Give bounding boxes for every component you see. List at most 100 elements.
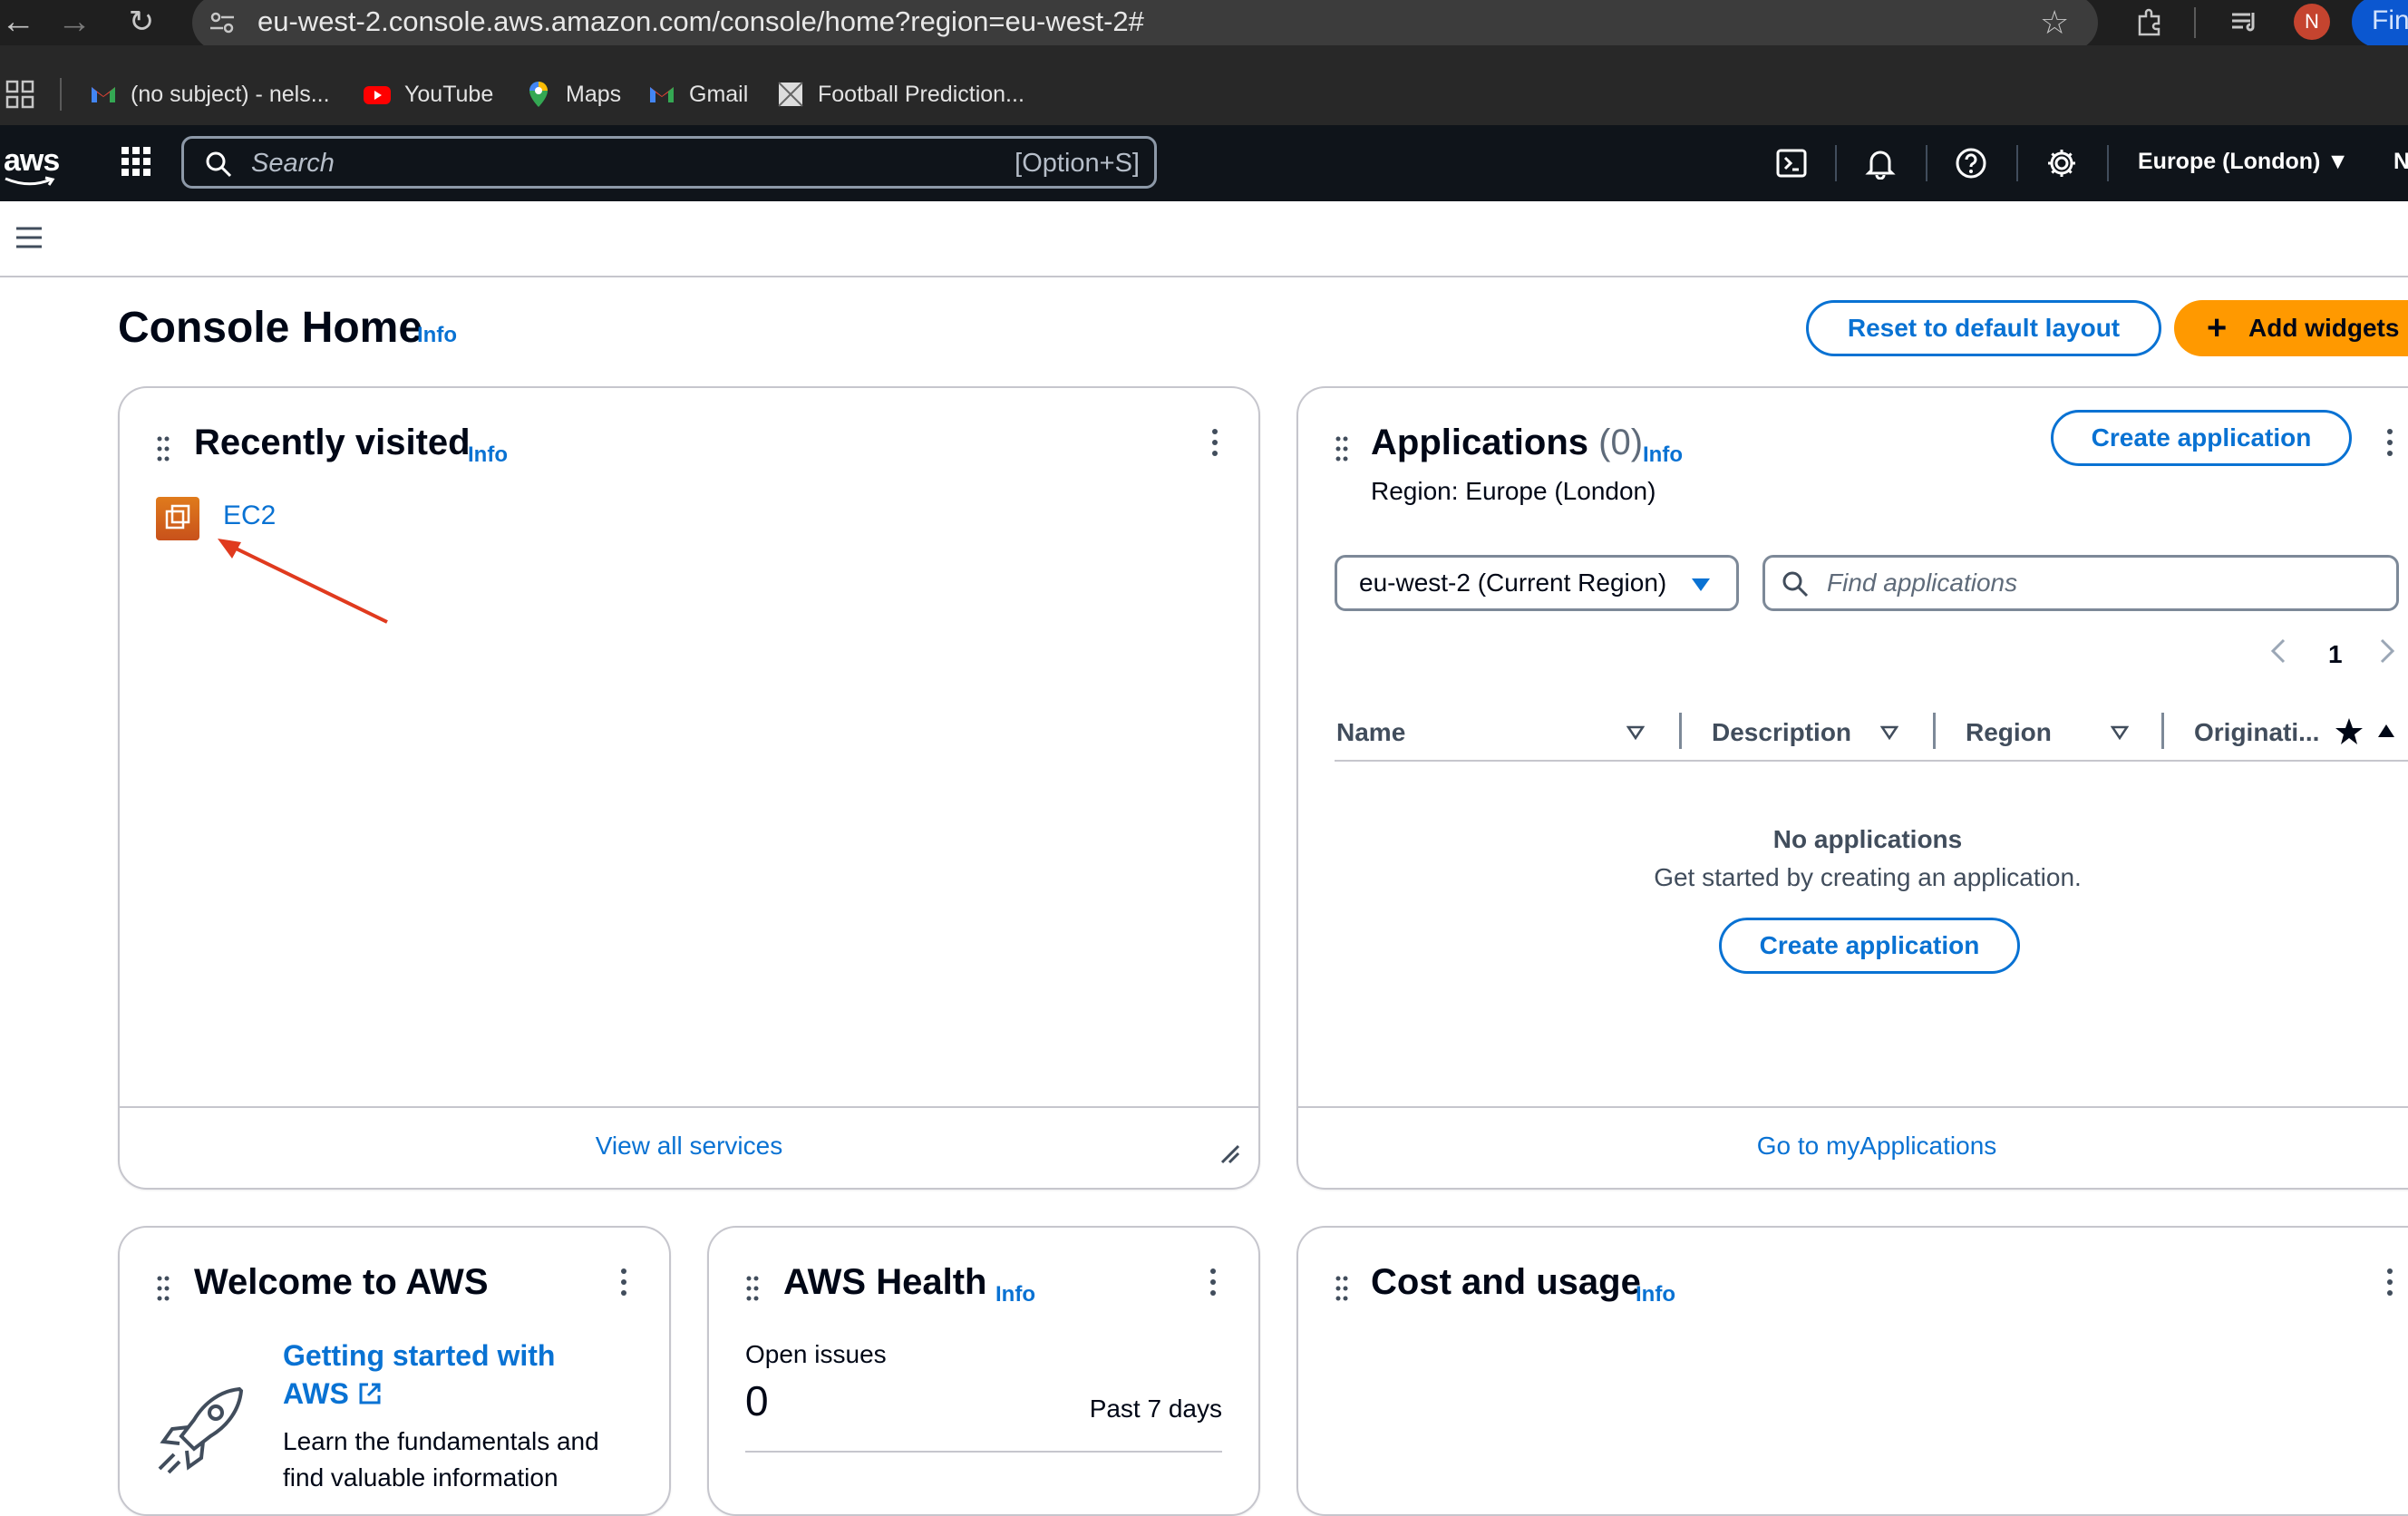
- cloudshell-icon[interactable]: [1775, 147, 1808, 180]
- reading-list-icon[interactable]: [2228, 5, 2261, 38]
- bookmark-star-icon[interactable]: ☆: [2040, 4, 2069, 42]
- hamburger-menu-icon[interactable]: [15, 225, 44, 250]
- region-filter-select[interactable]: eu-west-2 (Current Region): [1335, 555, 1739, 611]
- column-resizer[interactable]: [1933, 713, 1936, 749]
- bookmark-maps[interactable]: Maps: [524, 76, 621, 112]
- reload-icon[interactable]: ↻: [123, 0, 160, 45]
- sort-ascending-icon[interactable]: [2377, 724, 2395, 738]
- more-options-icon[interactable]: [620, 1268, 627, 1297]
- bookmark-label: Maps: [566, 81, 622, 107]
- console-subheader: [0, 201, 2408, 277]
- column-header-region[interactable]: Region: [1966, 718, 2052, 747]
- back-icon[interactable]: ←: [0, 0, 36, 45]
- widget-title: AWS Health: [783, 1262, 987, 1302]
- resize-handle-icon[interactable]: [1220, 1144, 1240, 1164]
- column-resizer[interactable]: [1679, 713, 1682, 749]
- region-selector[interactable]: Europe (London) ▼: [2138, 149, 2349, 175]
- getting-started-label: Getting started with AWS: [283, 1339, 556, 1410]
- recent-service-link-ec2[interactable]: EC2: [223, 500, 276, 531]
- aws-logo[interactable]: aws: [4, 143, 60, 179]
- gmail-icon: [650, 87, 674, 102]
- info-link[interactable]: Info: [417, 323, 457, 348]
- search-input[interactable]: Search [Option+S]: [181, 136, 1157, 189]
- column-header-description[interactable]: Description: [1712, 718, 1851, 747]
- drag-handle-icon[interactable]: [156, 1275, 170, 1302]
- search-shortcut-hint: [Option+S]: [1015, 149, 1140, 178]
- chevron-left-icon[interactable]: [2270, 638, 2287, 664]
- view-all-services-link[interactable]: View all services: [120, 1132, 1258, 1161]
- aws-health-widget: AWS Health Info Open issues 0 Past 7 day…: [707, 1226, 1260, 1516]
- info-link[interactable]: Info: [1643, 442, 1683, 468]
- sort-caret-icon[interactable]: [1626, 725, 1645, 740]
- finish-update-button[interactable]: Fini: [2352, 0, 2408, 47]
- search-icon: [206, 151, 232, 178]
- youtube-icon: [364, 86, 391, 104]
- drag-handle-icon[interactable]: [1335, 1275, 1349, 1302]
- widget-footer: Go to myApplications: [1298, 1106, 2408, 1188]
- empty-state-title: No applications: [1772, 825, 1963, 853]
- aws-top-navigation: aws Search [Option+S] Europe (London) ▼ …: [0, 125, 2408, 201]
- drag-handle-icon[interactable]: [1335, 435, 1349, 462]
- info-link[interactable]: Info: [995, 1282, 1035, 1307]
- getting-started-link[interactable]: Getting started with AWS: [283, 1336, 591, 1413]
- info-link[interactable]: Info: [468, 442, 508, 468]
- gmail-icon: [92, 87, 115, 102]
- open-issues-label: Open issues: [745, 1340, 887, 1368]
- more-options-icon[interactable]: [2386, 1268, 2393, 1297]
- site-info-icon[interactable]: [207, 7, 238, 38]
- page-title: Console Home: [118, 304, 423, 352]
- add-widgets-button[interactable]: + Add widgets: [2174, 300, 2408, 356]
- services-menu-icon[interactable]: [120, 145, 152, 178]
- drag-handle-icon[interactable]: [156, 435, 170, 462]
- bookmark-gmail[interactable]: Gmail: [647, 76, 748, 112]
- help-icon[interactable]: [1955, 147, 1987, 180]
- settings-gear-icon[interactable]: [2045, 147, 2078, 180]
- search-placeholder: Search: [251, 149, 335, 178]
- column-resizer[interactable]: [2161, 713, 2164, 749]
- bookmark-youtube[interactable]: YouTube: [363, 76, 493, 112]
- column-header-name[interactable]: Name: [1336, 718, 1405, 747]
- open-issues-count[interactable]: 0: [745, 1376, 769, 1425]
- cost-and-usage-widget: Cost and usage Info: [1296, 1226, 2408, 1516]
- star-icon[interactable]: [2334, 716, 2364, 747]
- external-link-icon: [359, 1383, 381, 1404]
- drag-handle-icon[interactable]: [745, 1275, 760, 1302]
- add-widgets-label: Add widgets: [2248, 314, 2400, 342]
- find-applications-placeholder: Find applications: [1827, 568, 2018, 597]
- widget-title: Welcome to AWS: [194, 1262, 489, 1302]
- bookmark-football-prediction[interactable]: Football Prediction...: [776, 76, 1024, 112]
- ec2-service-icon[interactable]: [156, 497, 199, 540]
- search-icon: [1782, 571, 1809, 598]
- find-applications-input[interactable]: Find applications: [1762, 555, 2399, 611]
- pagination-current-page[interactable]: 1: [2328, 640, 2343, 669]
- account-menu[interactable]: N: [2393, 149, 2408, 175]
- more-options-icon[interactable]: [2386, 428, 2393, 457]
- nav-divider: [2016, 145, 2018, 181]
- url-text[interactable]: eu-west-2.console.aws.amazon.com/console…: [257, 2, 1144, 42]
- forward-icon[interactable]: →: [56, 0, 92, 45]
- create-application-empty-button[interactable]: Create application: [1719, 918, 2020, 974]
- more-options-icon[interactable]: [1209, 1268, 1217, 1297]
- apps-grid-icon[interactable]: [5, 80, 34, 109]
- widget-footer: View all services: [120, 1106, 1258, 1188]
- nav-divider: [1835, 145, 1837, 181]
- more-options-icon[interactable]: [1211, 428, 1219, 457]
- bookmark-label: YouTube: [404, 81, 494, 107]
- reset-layout-button[interactable]: Reset to default layout: [1806, 300, 2161, 356]
- create-application-button[interactable]: Create application: [2051, 410, 2352, 466]
- column-header-origination[interactable]: Originati...: [2194, 718, 2319, 747]
- widget-title: Recently visited: [194, 423, 471, 462]
- sort-caret-icon[interactable]: [1880, 725, 1898, 740]
- notifications-bell-icon[interactable]: [1864, 147, 1897, 180]
- profile-avatar[interactable]: N: [2294, 4, 2330, 40]
- applications-widget: Applications (0) Info Create application…: [1296, 386, 2408, 1190]
- go-to-myapplications-link[interactable]: Go to myApplications: [1298, 1132, 2408, 1161]
- sort-caret-icon[interactable]: [2111, 725, 2129, 740]
- info-link[interactable]: Info: [1636, 1282, 1675, 1307]
- divider: [745, 1451, 1222, 1453]
- extensions-icon[interactable]: [2134, 5, 2167, 38]
- chevron-right-icon[interactable]: [2379, 638, 2395, 664]
- bookmark-gmail-nelson[interactable]: (no subject) - nels...: [89, 76, 330, 112]
- caret-down-icon: [1692, 578, 1710, 591]
- recently-visited-widget: Recently visited Info EC2 View all servi…: [118, 386, 1260, 1190]
